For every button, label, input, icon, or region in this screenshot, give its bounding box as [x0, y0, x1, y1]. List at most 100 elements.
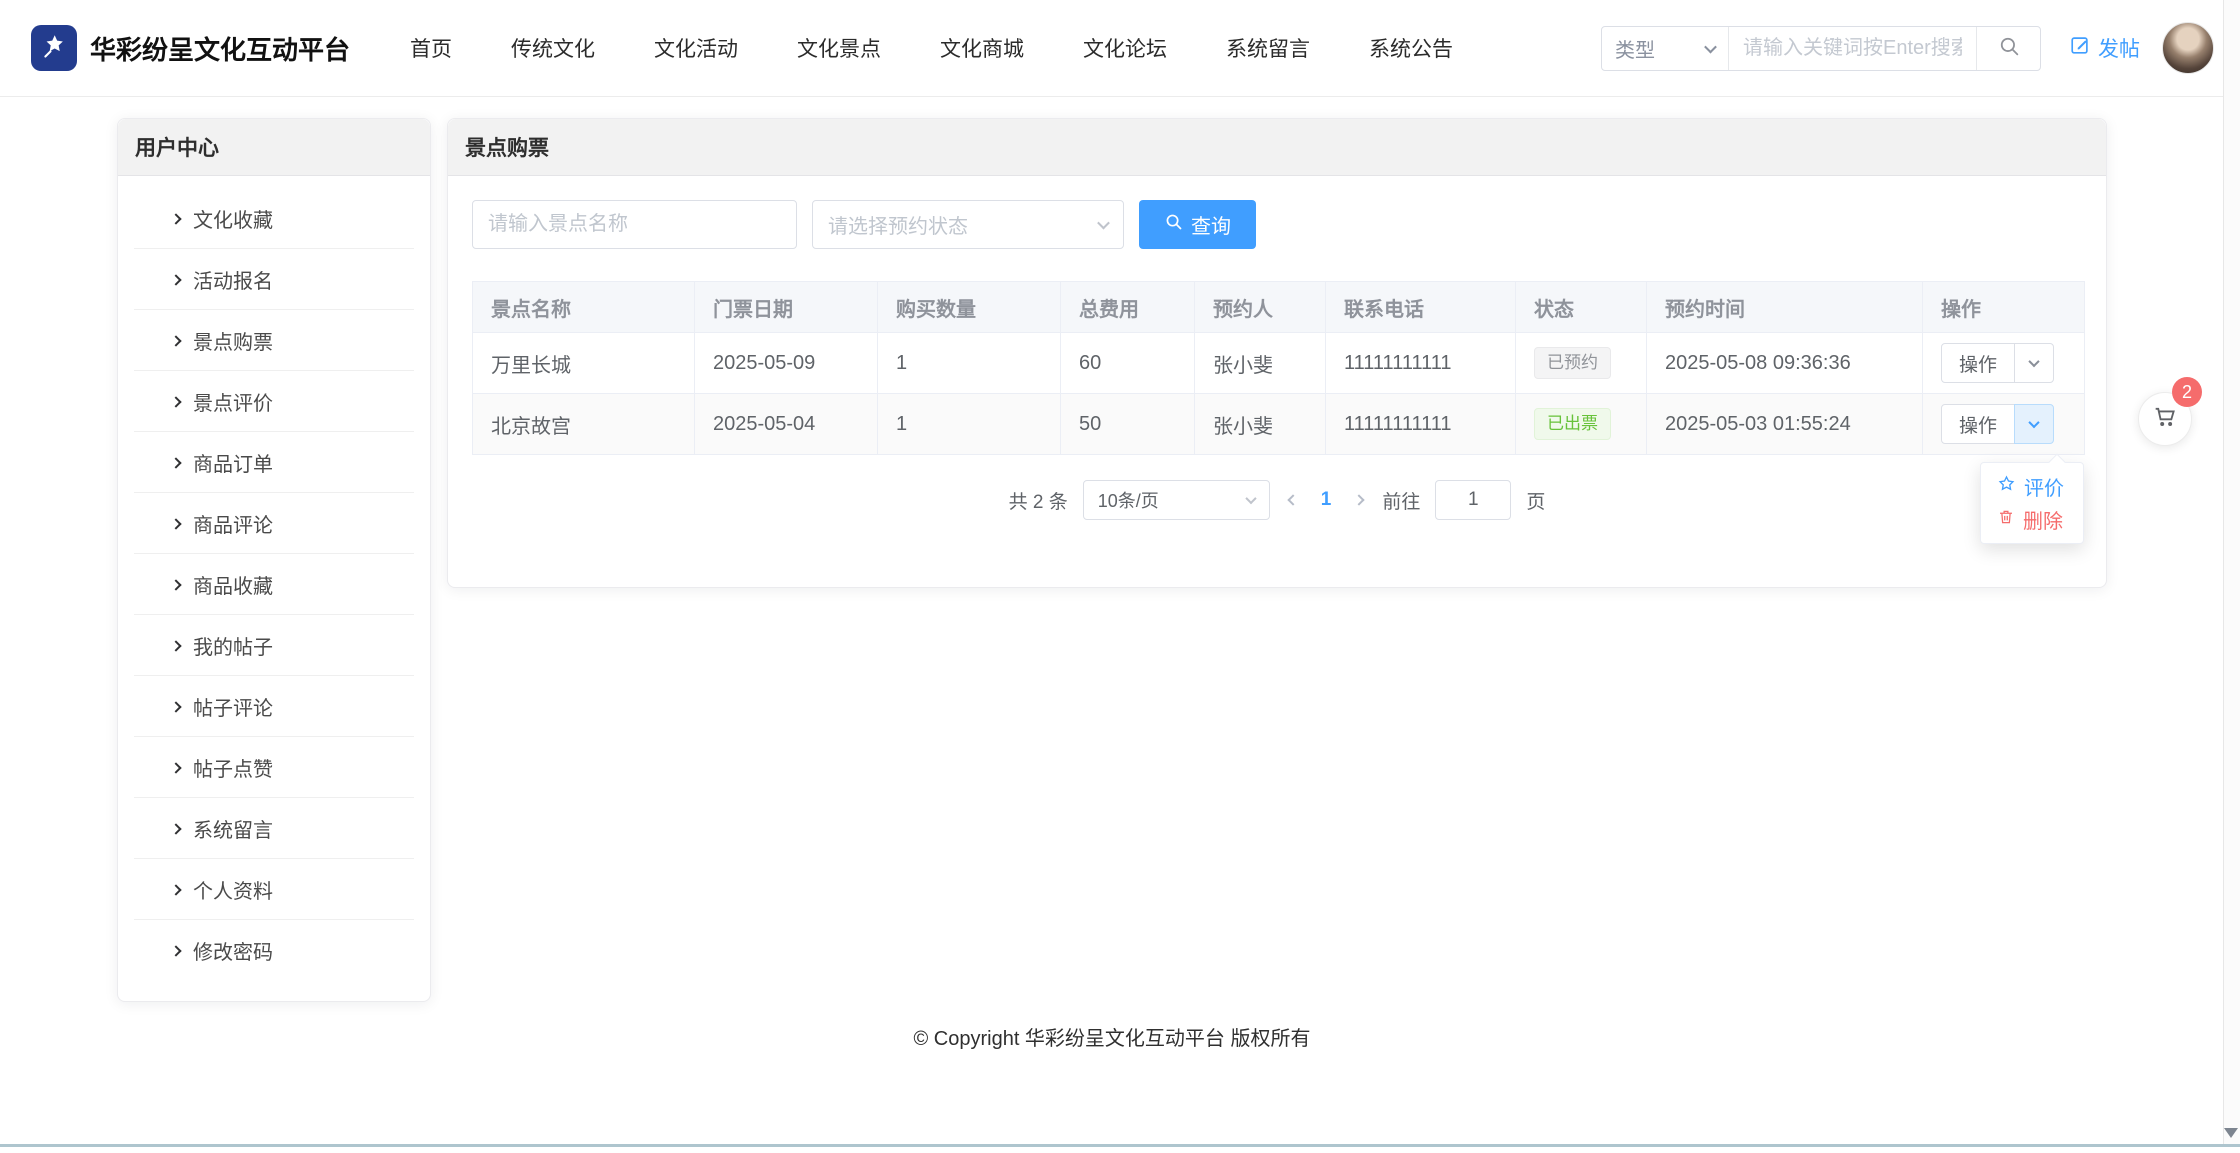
- nav-item-system-messages[interactable]: 系统留言: [1226, 33, 1310, 63]
- query-button[interactable]: 查询: [1139, 200, 1256, 249]
- prev-page-button[interactable]: [1285, 496, 1301, 504]
- menu-item-delete[interactable]: 删除: [1981, 503, 2083, 536]
- chevron-right-icon: [170, 396, 181, 407]
- goto-page-input[interactable]: [1435, 480, 1511, 520]
- action-button[interactable]: 操作: [1941, 404, 2015, 444]
- chevron-right-icon: [170, 518, 181, 529]
- action-caret-button[interactable]: [2014, 343, 2054, 383]
- sidebar-item-product-comments[interactable]: 商品评论: [118, 493, 430, 554]
- sidebar-item-product-orders[interactable]: 商品订单: [118, 432, 430, 493]
- filter-bar: 请选择预约状态 查询: [472, 200, 2082, 249]
- chevron-left-icon: [1287, 494, 1298, 505]
- chevron-right-icon: [170, 640, 181, 651]
- col-phone: 联系电话: [1326, 282, 1516, 333]
- page-number-1[interactable]: 1: [1316, 489, 1337, 511]
- scroll-down-arrow-icon[interactable]: [2224, 1128, 2238, 1138]
- sidebar-item-product-favorites[interactable]: 商品收藏: [118, 554, 430, 615]
- status-badge: 已出票: [1534, 408, 1611, 440]
- search-type-value: 类型: [1615, 34, 1655, 63]
- brand-title: 华彩纷呈文化互动平台: [90, 30, 350, 67]
- chevron-down-icon: [2028, 417, 2039, 428]
- sidebar-menu: 文化收藏 活动报名 景点购票 景点评价 商品订单 商品评论 商品收藏 我的帖子 …: [118, 176, 430, 981]
- action-caret-button[interactable]: [2014, 404, 2054, 444]
- total-count-label: 共 2 条: [1009, 487, 1068, 514]
- chevron-right-icon: [170, 762, 181, 773]
- chevron-right-icon: [170, 884, 181, 895]
- sidebar-item-change-password[interactable]: 修改密码: [118, 920, 430, 981]
- cell-attraction-name: 万里长城: [473, 333, 695, 394]
- col-quantity: 购买数量: [878, 282, 1061, 333]
- copyright-text: © Copyright 华彩纷呈文化互动平台 版权所有: [0, 1022, 2224, 1051]
- col-booker: 预约人: [1195, 282, 1326, 333]
- query-button-label: 查询: [1191, 210, 1231, 239]
- sidebar-item-label: 商品评论: [193, 509, 273, 538]
- nav-item-system-announcements[interactable]: 系统公告: [1369, 33, 1453, 63]
- nav-item-traditional-culture[interactable]: 传统文化: [511, 33, 595, 63]
- brand-logo[interactable]: [31, 25, 77, 71]
- search-type-select[interactable]: 类型: [1602, 27, 1729, 70]
- cell-quantity: 1: [878, 333, 1061, 394]
- sidebar-item-culture-favorites[interactable]: 文化收藏: [118, 188, 430, 249]
- nav-item-culture-mall[interactable]: 文化商城: [940, 33, 1024, 63]
- chevron-right-icon: [170, 579, 181, 590]
- next-page-button[interactable]: [1351, 496, 1367, 504]
- chevron-right-icon: [170, 457, 181, 468]
- action-button[interactable]: 操作: [1941, 343, 2015, 383]
- sidebar-item-profile[interactable]: 个人资料: [118, 859, 430, 920]
- booking-status-select[interactable]: 请选择预约状态: [812, 200, 1124, 249]
- sidebar-item-label: 商品订单: [193, 448, 273, 477]
- tickets-table: 景点名称 门票日期 购买数量 总费用 预约人 联系电话 状态 预约时间 操作 万…: [472, 281, 2085, 455]
- col-ticket-date: 门票日期: [695, 282, 878, 333]
- sidebar-item-my-posts[interactable]: 我的帖子: [118, 615, 430, 676]
- chevron-right-icon: [170, 213, 181, 224]
- page-title: 景点购票: [448, 119, 2106, 176]
- sidebar-item-attraction-reviews[interactable]: 景点评价: [118, 371, 430, 432]
- sidebar-item-system-messages[interactable]: 系统留言: [118, 798, 430, 859]
- nav-item-culture-attractions[interactable]: 文化景点: [797, 33, 881, 63]
- sidebar-item-attraction-tickets[interactable]: 景点购票: [118, 310, 430, 371]
- sidebar-item-post-comments[interactable]: 帖子评论: [118, 676, 430, 737]
- ticket-purchase-panel: 景点购票 请选择预约状态 查询: [447, 118, 2107, 588]
- sidebar-item-activity-signup[interactable]: 活动报名: [118, 249, 430, 310]
- cell-booking-time: 2025-05-03 01:55:24: [1647, 394, 1923, 455]
- pagination-bar: 共 2 条 10条/页 1 前往 页: [472, 480, 2082, 520]
- new-post-label: 发帖: [2098, 33, 2140, 63]
- page: 华彩纷呈文化互动平台 首页 传统文化 文化活动 文化景点 文化商城 文化论坛 系…: [0, 0, 2240, 1153]
- sidebar-item-post-likes[interactable]: 帖子点赞: [118, 737, 430, 798]
- user-avatar[interactable]: [2162, 22, 2214, 74]
- keyword-search-input[interactable]: [1729, 27, 1976, 70]
- window-bottom-edge: [0, 1144, 2240, 1147]
- search-icon: [1998, 35, 2020, 62]
- cell-quantity: 1: [878, 394, 1061, 455]
- nav-item-culture-activities[interactable]: 文化活动: [654, 33, 738, 63]
- sidebar-item-label: 文化收藏: [193, 204, 273, 233]
- chevron-down-icon: [2028, 356, 2039, 367]
- nav-item-culture-forum[interactable]: 文化论坛: [1083, 33, 1167, 63]
- sidebar-item-label: 活动报名: [193, 265, 273, 294]
- cell-ticket-date: 2025-05-09: [695, 333, 878, 394]
- table-row: 万里长城 2025-05-09 1 60 张小斐 11111111111 已预约…: [473, 333, 2085, 394]
- star-icon: [1997, 474, 2016, 499]
- booking-status-placeholder: 请选择预约状态: [828, 210, 968, 239]
- edit-icon: [2069, 34, 2091, 62]
- nav-item-home[interactable]: 首页: [410, 33, 452, 63]
- chevron-down-icon: [1097, 217, 1110, 230]
- attraction-name-input[interactable]: [472, 200, 797, 249]
- search-submit-button[interactable]: [1976, 27, 2040, 70]
- row-action-menu: 评价 删除: [1980, 462, 2084, 544]
- sidebar-item-label: 帖子评论: [193, 692, 273, 721]
- cell-booking-time: 2025-05-08 09:36:36: [1647, 333, 1923, 394]
- header-search-group: 类型: [1601, 26, 2041, 71]
- vertical-scrollbar[interactable]: [2223, 0, 2240, 1144]
- sidebar-title: 用户中心: [118, 119, 430, 176]
- page-size-select[interactable]: 10条/页: [1083, 480, 1270, 520]
- menu-item-review[interactable]: 评价: [1981, 470, 2083, 503]
- new-post-button[interactable]: 发帖: [2069, 33, 2140, 63]
- cell-phone: 11111111111: [1326, 394, 1516, 455]
- cell-ticket-date: 2025-05-04: [695, 394, 878, 455]
- cell-phone: 11111111111: [1326, 333, 1516, 394]
- trash-icon: [1997, 508, 2015, 532]
- row-action-group: 操作: [1941, 343, 2054, 383]
- col-attraction-name: 景点名称: [473, 282, 695, 333]
- table-header-row: 景点名称 门票日期 购买数量 总费用 预约人 联系电话 状态 预约时间 操作: [473, 282, 2085, 333]
